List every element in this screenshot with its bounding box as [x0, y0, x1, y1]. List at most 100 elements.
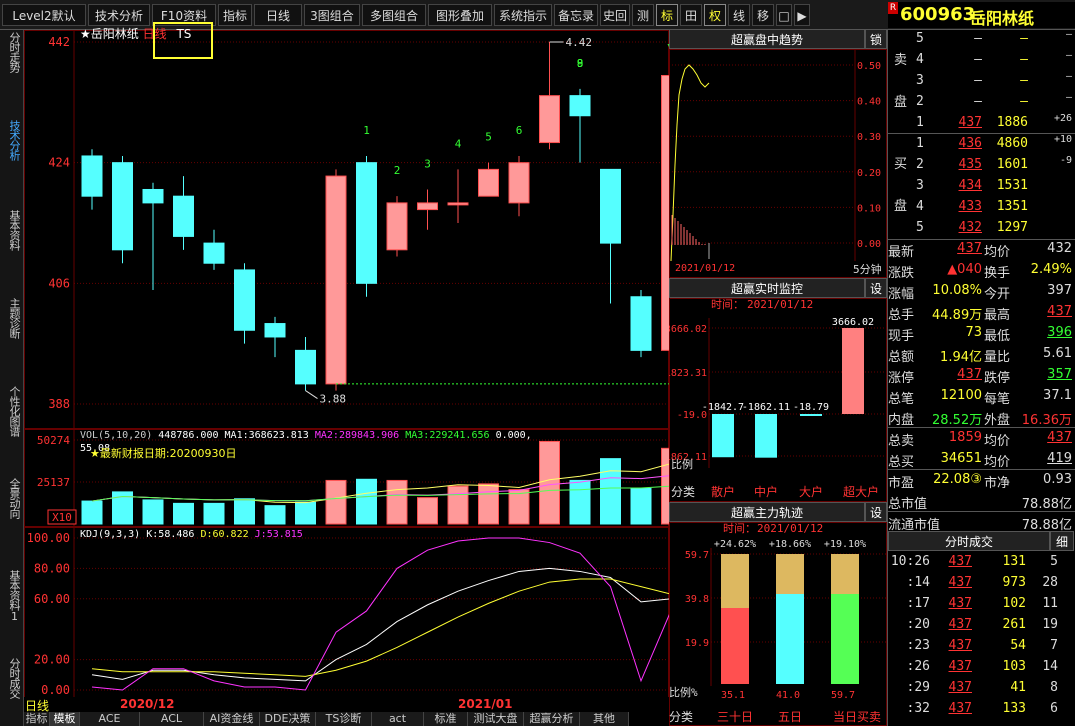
track-settings-button[interactable]: 设 — [865, 502, 887, 522]
ma3-value: 229241.656 — [429, 430, 490, 441]
stat-value-b-10: 419 — [1047, 451, 1072, 466]
kline-ytick-0: 442 — [48, 35, 70, 49]
track-bar-0 — [721, 608, 749, 684]
toolbar-btn-15[interactable]: 线 — [728, 4, 750, 26]
toolbar-btn-1[interactable]: 技术分析 — [88, 4, 150, 26]
indicator-tab-0[interactable]: 指标 — [24, 712, 50, 726]
ma2-label: MA2: — [314, 430, 339, 441]
toolbar-btn-8[interactable]: 系统指示 — [494, 4, 552, 26]
kline-chart[interactable]: 44242440638812345678914.423.885027425137… — [24, 30, 669, 726]
stat-label-a-9: 总卖 — [888, 434, 915, 449]
buy-char-0: 买 — [894, 157, 908, 172]
indicator-tab-11[interactable]: 其他 — [580, 712, 629, 726]
track-chart: 时间： 2021/01/12+24.62% +18.66% +19.10% 59.7 39… — [669, 522, 887, 726]
toolbar-btn-11[interactable]: 测 — [632, 4, 654, 26]
candle-body-6 — [264, 323, 286, 338]
trade-vol-7: 133 — [1002, 701, 1026, 716]
flag-badge: R — [888, 2, 898, 14]
candle-body-18 — [630, 296, 652, 351]
toolbar-btn-9[interactable]: 备忘录 — [554, 4, 598, 26]
toolbar-btn-17[interactable]: □ — [776, 4, 792, 26]
toolbar-btn-4[interactable]: 日线 — [254, 4, 302, 26]
trade-time-3: :20 — [906, 617, 930, 632]
candle-body-3 — [173, 195, 194, 237]
indicator-tab-2[interactable]: ACE — [80, 712, 140, 726]
lock-button[interactable]: 锁 — [865, 29, 887, 49]
indicator-tab-10[interactable]: 超赢分析 — [524, 712, 580, 726]
candle-body-5 — [234, 269, 255, 331]
candle-body-10 — [386, 202, 408, 251]
indicator-tab-5[interactable]: DDE决策 — [260, 712, 316, 726]
stat-value-b-2: 397 — [1047, 283, 1072, 298]
ma2-value: 289843.906 — [338, 430, 400, 441]
candle-body-9 — [356, 162, 377, 284]
trades-detail-button[interactable]: 细 — [1050, 531, 1074, 551]
stat-label-a-12: 总市值 — [888, 497, 928, 512]
indicator-tab-8[interactable]: 标准 — [424, 712, 468, 726]
sidebar-tab-6[interactable]: 基本资料1 — [3, 570, 21, 622]
toolbar-btn-14[interactable]: 权 — [704, 4, 726, 26]
vol-bar-14 — [508, 489, 530, 525]
stat-value-a-2: 10.08% — [932, 283, 982, 298]
seq-label-1: 2 — [394, 164, 401, 177]
indicator-tab-1[interactable]: 模板 — [50, 712, 80, 726]
indicator-tab-3[interactable]: ACL — [140, 712, 204, 726]
indicator-tab-4[interactable]: AI资金线 — [204, 712, 260, 726]
highlight-box — [153, 22, 213, 59]
low-label: 3.88 — [320, 393, 347, 406]
monitor-val-1: -1862.11 — [742, 402, 790, 413]
toolbar-btn-18[interactable]: ▶ — [794, 4, 810, 26]
sidebar-tab-7[interactable]: 分时成交 — [3, 658, 21, 698]
trade-time-7: :32 — [906, 701, 930, 716]
toolbar-btn-0[interactable]: Level2默认 — [2, 4, 86, 26]
monitor-cat-3: 大户 — [799, 484, 823, 499]
toolbar-btn-3[interactable]: 指标 — [218, 4, 252, 26]
sidebar-tab-3[interactable]: 主题诊断 — [3, 298, 21, 338]
monitor-bar-3 — [842, 327, 864, 414]
toolbar-btn-12[interactable]: 标 — [656, 4, 678, 26]
monitor-bar-0 — [712, 414, 734, 458]
vol-ytick-1: 25137 — [37, 476, 70, 489]
sidebar-tab-1[interactable]: 技术分析 — [3, 120, 21, 160]
monitor-settings-button[interactable]: 设 — [865, 278, 887, 298]
sidebar-tab-0[interactable]: 分时走势 — [3, 32, 21, 72]
trade-time-5: :26 — [906, 659, 930, 674]
trade-price-3: 437 — [948, 617, 972, 632]
toolbar-btn-13[interactable]: 田 — [680, 4, 702, 26]
stat-value-b-6: 357 — [1047, 367, 1072, 382]
toolbar-btn-7[interactable]: 图形叠加 — [428, 4, 492, 26]
stat-label-a-2: 涨幅 — [888, 287, 915, 302]
k-value: 58.486 — [158, 529, 195, 540]
indicator-tab-6[interactable]: TS诊断 — [316, 712, 372, 726]
indicator-tab-9[interactable]: 测试大盘 — [468, 712, 524, 726]
stat-label-b-5: 量比 — [984, 350, 1011, 365]
d-label: D: — [200, 529, 213, 540]
sidebar-tab-4[interactable]: 个性化图谱 — [3, 386, 21, 436]
toolbar-btn-16[interactable]: 移 — [752, 4, 774, 26]
sidebar-tab-5[interactable]: 全景动向 — [3, 478, 21, 518]
trade-time-0: 10:26 — [890, 554, 930, 569]
sell-level-0: 5 — [916, 31, 924, 46]
candle-body-19 — [661, 75, 669, 351]
quote-panel: 5– – –4– – –3– – –2– – –1 437 1886 +26 1 436 4860 +10 2 4… — [887, 29, 1075, 726]
stat-value-b-0: 432 — [1047, 241, 1072, 256]
toolbar-btn-10[interactable]: 史回 — [600, 4, 630, 26]
indicator-tab-7[interactable]: act — [372, 712, 424, 726]
trend-period: 5分钟 — [853, 262, 882, 276]
sell-chg-3: – — [1065, 92, 1072, 103]
sell-chg-1: – — [1065, 50, 1072, 61]
stat-value-b-11: 0.93 — [1043, 472, 1072, 487]
sell-char-0: 卖 — [894, 53, 908, 68]
toolbar-btn-6[interactable]: 多图组合 — [362, 4, 426, 26]
candle-body-12 — [447, 202, 469, 206]
vol-label: VOL(5,10,20) — [80, 430, 153, 441]
trade-num-7: 6 — [1050, 701, 1058, 716]
vol-legend: VOL(5,10,20) 448786.000 MA1:368623.813 M… — [80, 430, 532, 441]
candle-body-11 — [417, 202, 438, 211]
stat-label-a-3: 总手 — [888, 308, 915, 323]
indicator-tabs: 指标 模板 ACE ACL AI资金线 DDE决策 TS诊断 act 标准 测试大盘 超赢分析 其他 — [24, 712, 669, 726]
sidebar-tab-2[interactable]: 基本资料 — [3, 210, 21, 250]
toolbar-btn-5[interactable]: 3图组合 — [304, 4, 360, 26]
stat-value-a-11: 22.08③ — [933, 472, 982, 487]
j-line — [91, 537, 669, 691]
